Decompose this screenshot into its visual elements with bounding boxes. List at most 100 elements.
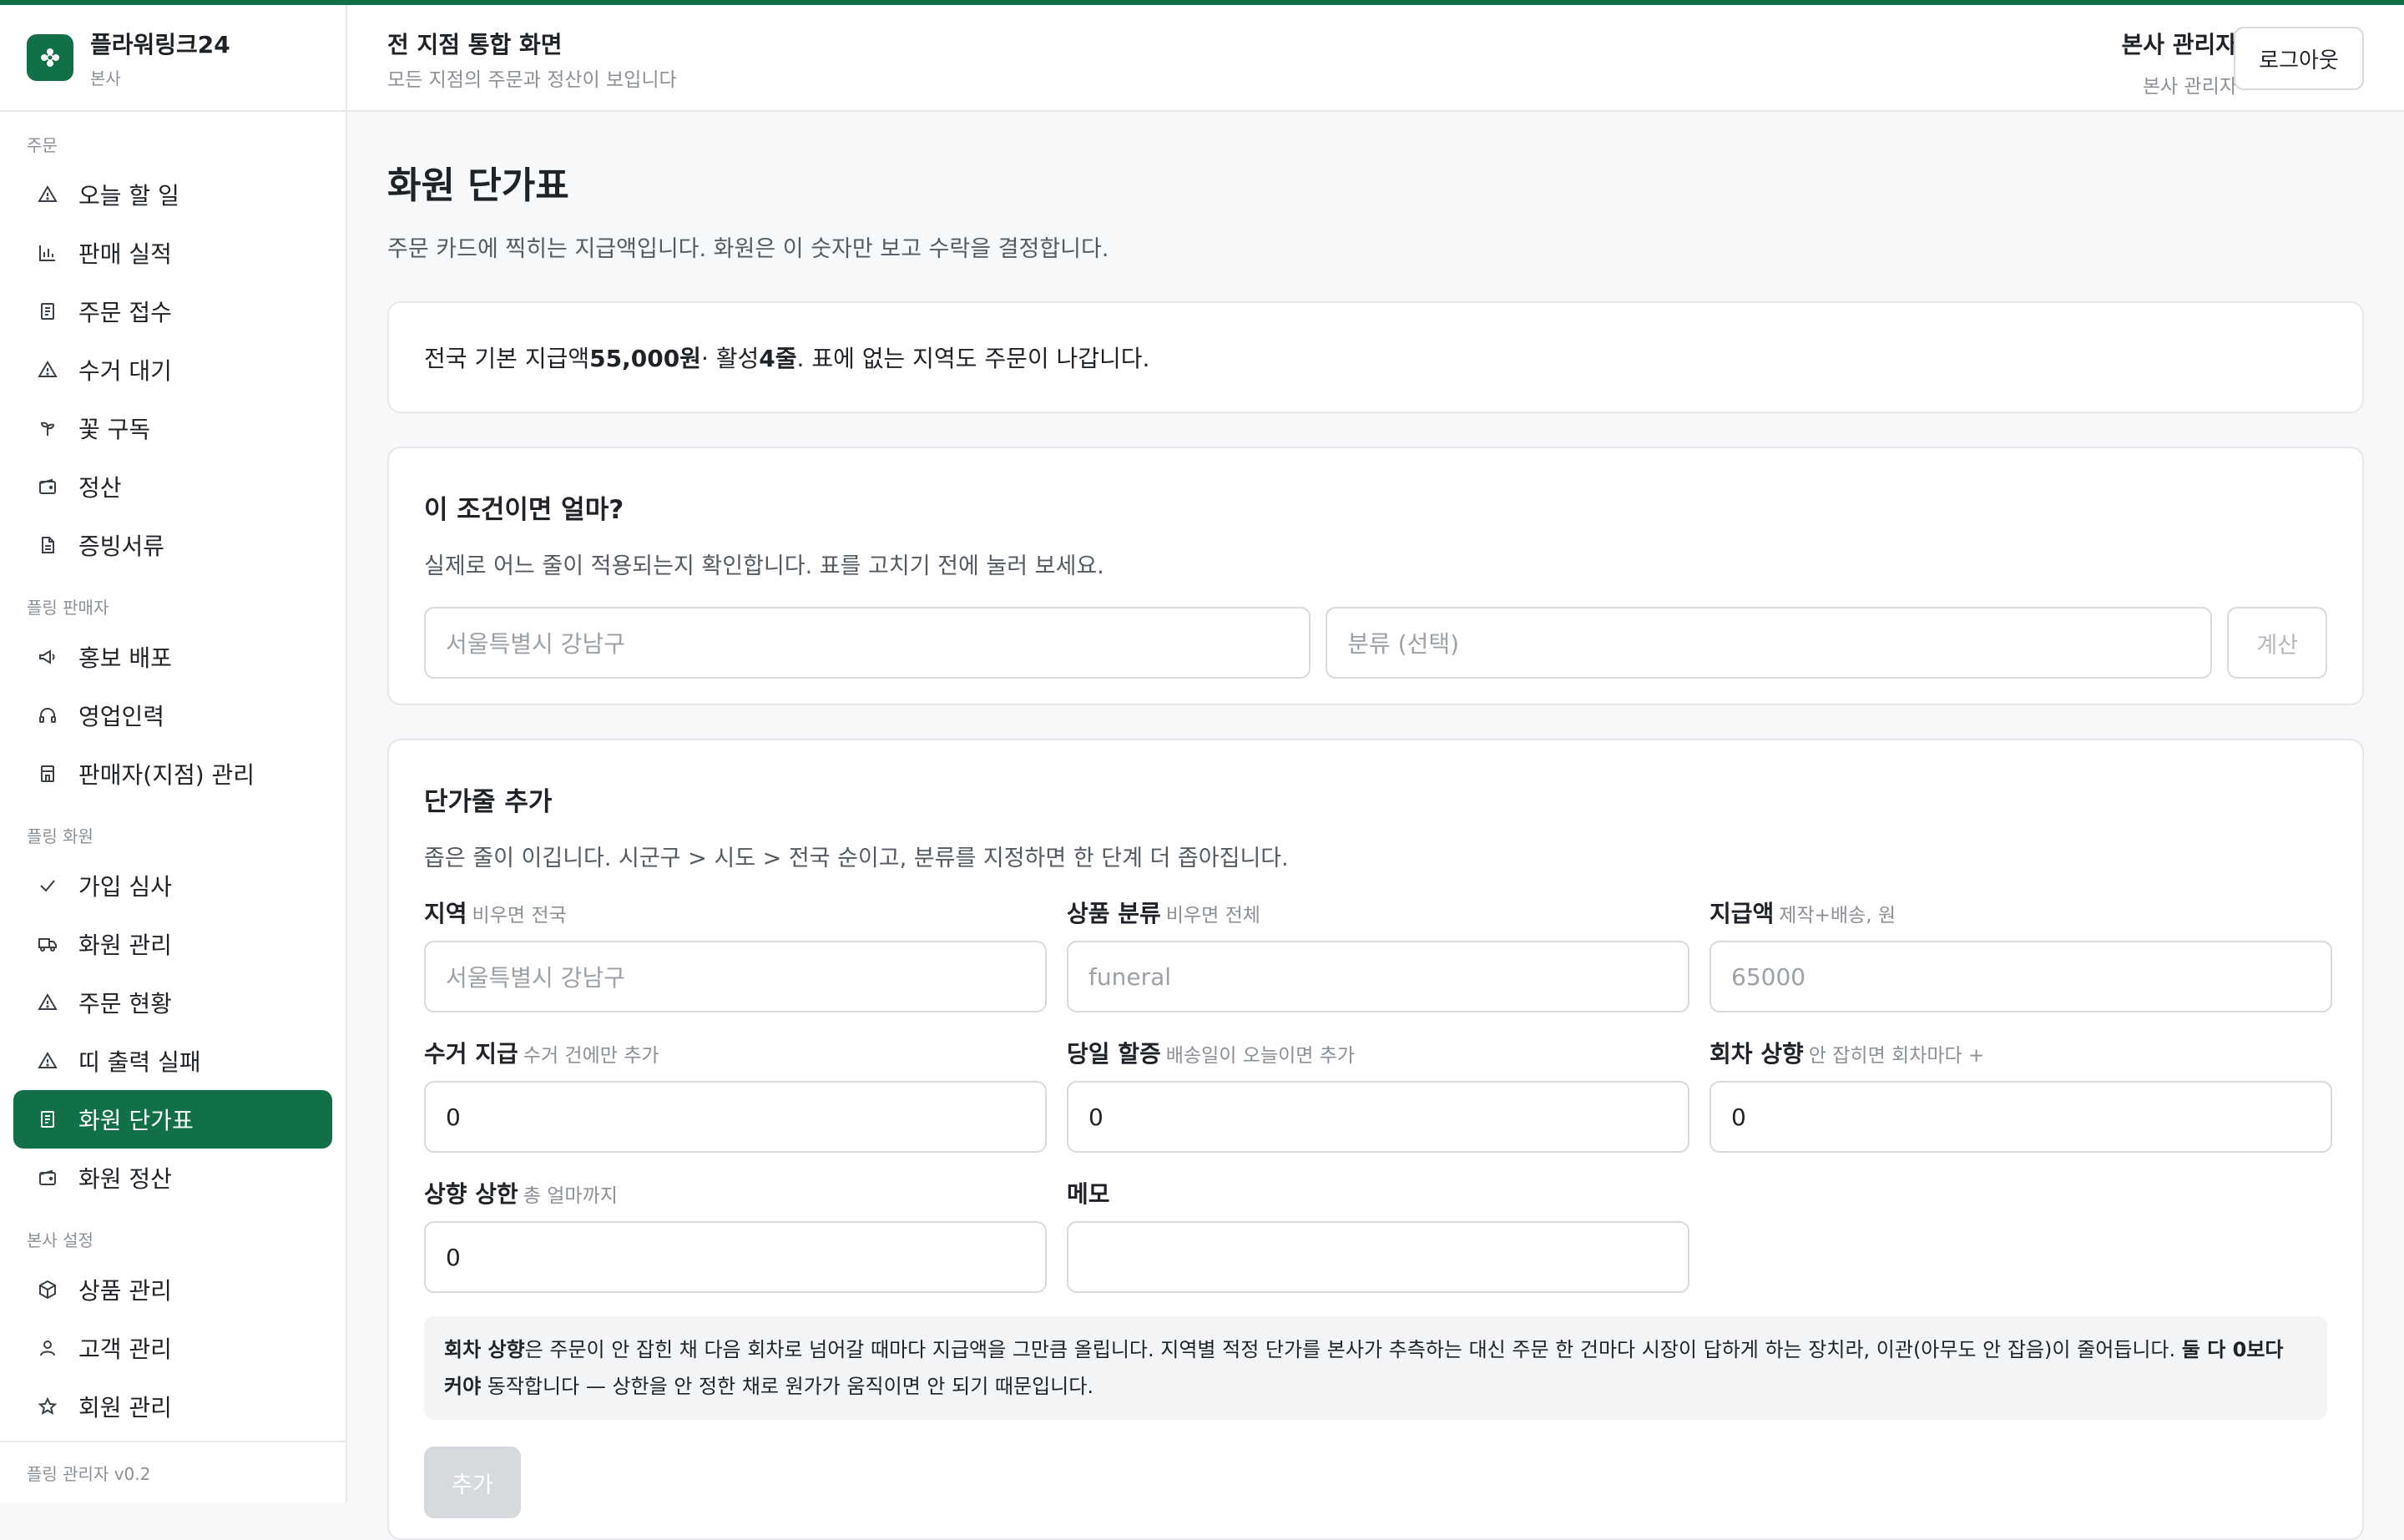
user-icon xyxy=(37,1337,58,1359)
field-label-text: 상향 상한 xyxy=(424,1180,518,1208)
sidebar-item-label: 띠 출력 실패 xyxy=(78,1048,201,1076)
sidebar-item-label: 판매자(지점) 관리 xyxy=(78,761,255,789)
region-input[interactable]: 서울특별시 강남구 xyxy=(424,607,1311,679)
summary-suffix: . 표에 없는 지역도 주문이 나갑니다. xyxy=(796,345,1150,372)
megaphone-icon xyxy=(37,646,58,668)
user-info: 본사 관리자 본사 관리자 xyxy=(2121,27,2237,98)
receipt-icon xyxy=(37,300,58,322)
sidebar-item[interactable]: 판매 실적 xyxy=(13,224,332,282)
sidebar-item-label: 오늘 할 일 xyxy=(78,182,179,210)
nav-section-label: 플링 화원 xyxy=(27,826,93,846)
summary-amount: 55,000원 xyxy=(589,345,701,372)
warning-icon xyxy=(37,1050,58,1072)
truck-icon xyxy=(37,933,58,955)
field-hint: 총 얼마까지 xyxy=(523,1185,618,1207)
add-rate-row-card: 단가줄 추가 좁은 줄이 이깁니다. 시군구 > 시도 > 전국 순이고, 분류… xyxy=(387,739,2364,1540)
field-input[interactable]: 서울특별시 강남구 xyxy=(424,941,1047,1012)
form-field: 상품 분류 비우면 전체 funeral xyxy=(1067,896,1689,1012)
field-input[interactable]: 0 xyxy=(1067,1081,1689,1153)
field-label: 지역 비우면 전국 xyxy=(424,896,1047,929)
sidebar-item[interactable]: 상품 관리 xyxy=(13,1260,332,1319)
sidebar-item-label: 꽃 구독 xyxy=(78,416,151,443)
store-icon xyxy=(37,763,58,785)
page-description: 주문 카드에 찍히는 지급액입니다. 화원은 이 숫자만 보고 수락을 결정합니… xyxy=(387,236,1109,262)
sidebar-item-label: 화원 단가표 xyxy=(78,1107,194,1134)
sidebar-item[interactable]: 판매자(지점) 관리 xyxy=(13,745,332,803)
add-button[interactable]: 추가 xyxy=(424,1447,521,1518)
sidebar-item-label: 고객 관리 xyxy=(78,1336,172,1363)
nav-section-label: 본사 설정 xyxy=(27,1230,93,1250)
summary-prefix: 전국 기본 지급액 xyxy=(424,345,590,372)
sidebar-item[interactable]: 수거 대기 xyxy=(13,341,332,399)
sidebar-item-label: 판매 실적 xyxy=(78,240,172,268)
sidebar-item[interactable]: 주문 접수 xyxy=(13,282,332,341)
field-input[interactable]: 0 xyxy=(1710,1081,2332,1153)
field-hint: 수거 건에만 추가 xyxy=(523,1045,659,1067)
field-hint: 배송일이 오늘이면 추가 xyxy=(1165,1045,1356,1067)
field-label-text: 지급액 xyxy=(1710,900,1775,927)
field-label: 지급액 제작+배송, 원 xyxy=(1710,896,2332,929)
header: 전 지점 통합 화면 모든 지점의 주문과 정산이 보입니다 본사 관리자 본사… xyxy=(347,5,2404,112)
sidebar-item[interactable]: 주문 현황 xyxy=(13,973,332,1032)
sidebar-item[interactable]: 회원 관리 xyxy=(13,1377,332,1436)
sidebar-item[interactable]: 고객 관리 xyxy=(13,1319,332,1377)
field-label-text: 수거 지급 xyxy=(424,1040,518,1068)
sidebar-item-label: 화원 정산 xyxy=(78,1165,172,1193)
nav-section-label: 주문 xyxy=(27,135,58,155)
sidebar: 플라워링크24 본사 주문오늘 할 일판매 실적주문 접수 수거 대기꽃 구독정산… xyxy=(0,5,347,1502)
form-field: 메모 xyxy=(1067,1176,1689,1293)
brand[interactable]: 플라워링크24 본사 xyxy=(0,5,346,112)
sidebar-item[interactable]: 오늘 할 일 xyxy=(13,165,332,224)
nav-section-label: 플링 판매자 xyxy=(27,598,109,618)
field-input[interactable]: 0 xyxy=(424,1081,1047,1153)
field-input[interactable]: funeral xyxy=(1067,941,1689,1012)
calculator-title: 이 조건이면 얼마? xyxy=(424,495,624,525)
form-field: 당일 할증 배송일이 오늘이면 추가 0 xyxy=(1067,1036,1689,1153)
sidebar-item[interactable]: 영업인력 xyxy=(13,686,332,745)
sidebar-item[interactable]: 화원 정산 xyxy=(13,1149,332,1207)
user-role: 본사 관리자 xyxy=(2142,76,2237,98)
sidebar-item-label: 화원 관리 xyxy=(78,932,172,959)
add-row-title: 단가줄 추가 xyxy=(424,787,553,817)
logout-button[interactable]: 로그아웃 xyxy=(2234,27,2364,90)
star-icon xyxy=(37,1396,58,1417)
sidebar-item[interactable]: 가입 심사 xyxy=(13,856,332,915)
warning-icon xyxy=(37,359,58,381)
sidebar-item[interactable]: 증빙서류 xyxy=(13,516,332,574)
form-field: 지역 비우면 전국서울특별시 강남구 xyxy=(424,896,1047,1012)
field-label: 상향 상한 총 얼마까지 xyxy=(424,1176,1047,1209)
note-text-2: 동작합니다 — 상한을 안 정한 채로 원가가 움직이면 안 되기 때문입니다. xyxy=(481,1375,1093,1398)
sidebar-nav: 주문오늘 할 일판매 실적주문 접수 수거 대기꽃 구독정산증빙서류플링 판매자홍… xyxy=(0,112,346,1436)
flower-logo-icon xyxy=(27,34,73,81)
sidebar-item-label: 회원 관리 xyxy=(78,1394,172,1421)
field-hint: 비우면 전국 xyxy=(472,905,567,927)
header-subtitle: 모든 지점의 주문과 정산이 보입니다 xyxy=(387,69,677,91)
info-note: 회차 상향은 주문이 안 잡힌 채 다음 회차로 넘어갈 때마다 지급액을 그만… xyxy=(424,1316,2327,1420)
category-input[interactable]: 분류 (선택) xyxy=(1326,607,2213,679)
sidebar-item[interactable]: 꽃 구독 xyxy=(13,399,332,457)
field-input[interactable]: 0 xyxy=(424,1221,1047,1293)
sidebar-item[interactable]: 정산 xyxy=(13,457,332,516)
calculate-button[interactable]: 계산 xyxy=(2227,607,2327,679)
form-field: 수거 지급 수거 건에만 추가 0 xyxy=(424,1036,1047,1153)
field-input[interactable]: 65000 xyxy=(1710,941,2332,1012)
version-label: 플링 관리자 v0.2 xyxy=(0,1441,346,1502)
sidebar-item-label: 정산 xyxy=(78,474,122,502)
sidebar-item[interactable]: 화원 관리 xyxy=(13,915,332,973)
field-label: 메모 xyxy=(1067,1176,1689,1209)
field-label-text: 상품 분류 xyxy=(1067,900,1161,927)
sprout-icon xyxy=(37,417,58,439)
header-title: 전 지점 통합 화면 xyxy=(387,31,563,58)
sidebar-item[interactable]: 홍보 배포 xyxy=(13,628,332,686)
wallet-icon xyxy=(37,1167,58,1189)
page-title: 화원 단가표 xyxy=(387,164,569,207)
field-hint: 안 잡히면 회차마다 + xyxy=(1808,1045,1985,1067)
calculator-card: 이 조건이면 얼마? 실제로 어느 줄이 적용되는지 확인합니다. 표를 고치기… xyxy=(387,447,2364,705)
sidebar-item-label: 가입 심사 xyxy=(78,873,172,901)
field-hint: 제작+배송, 원 xyxy=(1779,905,1896,927)
field-input[interactable] xyxy=(1067,1221,1689,1293)
field-label-text: 회차 상향 xyxy=(1710,1040,1804,1068)
sidebar-item[interactable]: 띠 출력 실패 xyxy=(13,1032,332,1090)
sidebar-item[interactable]: 화원 단가표 xyxy=(13,1090,332,1149)
note-bold-1: 회차 상향 xyxy=(444,1338,525,1361)
